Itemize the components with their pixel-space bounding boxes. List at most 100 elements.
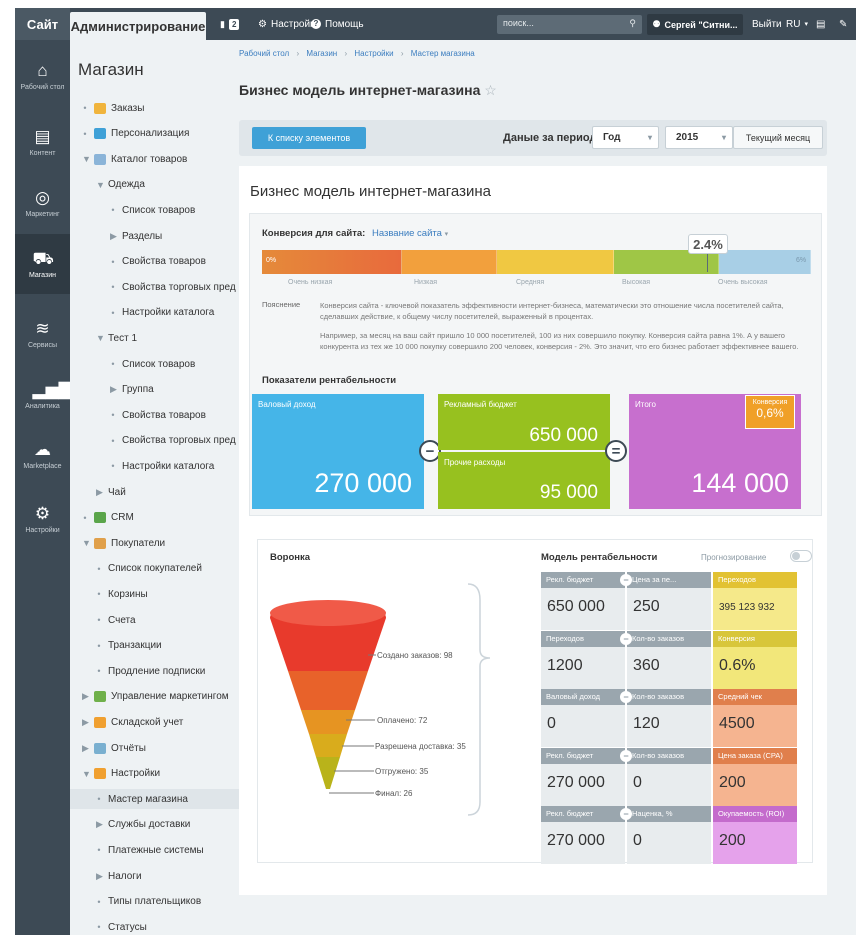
tree-item[interactable]: ▼ Тест 1 <box>70 328 239 348</box>
bullet-icon[interactable]: • <box>96 589 102 599</box>
tree-item[interactable]: • Транзакции <box>70 636 239 656</box>
tree-item[interactable]: • Список покупателей <box>70 559 239 579</box>
help-link[interactable]: ? Помощь <box>311 8 364 40</box>
bullet-icon[interactable]: • <box>110 282 116 292</box>
collapsed-icon[interactable]: ▶ <box>110 384 117 395</box>
tree-item[interactable]: • Свойства товаров <box>70 252 239 272</box>
admin-tab[interactable]: Администрирование <box>70 12 206 40</box>
tree-item[interactable]: ▼ Каталог товаров <box>70 149 239 169</box>
model-cell[interactable]: Наценка, % 0 <box>627 806 711 864</box>
nav-settings[interactable]: ⚙ Настройки <box>15 489 70 549</box>
tree-item[interactable]: • Свойства торговых пред <box>70 277 239 297</box>
tree-item[interactable]: • Настройки каталога <box>70 303 239 323</box>
nav-content[interactable]: ▤ Контент <box>15 112 70 172</box>
site-tab[interactable]: Сайт <box>15 8 70 40</box>
expanded-icon[interactable]: ▼ <box>82 538 91 548</box>
model-cell[interactable]: Переходов 1200 <box>541 630 625 689</box>
nav-shop[interactable]: ⛟ Магазин <box>15 234 70 294</box>
bullet-icon[interactable]: • <box>96 845 102 855</box>
breadcrumb-item[interactable]: Рабочий стол <box>239 49 289 58</box>
expanded-icon[interactable]: ▼ <box>82 154 91 164</box>
tree-item[interactable]: • Платежные системы <box>70 840 239 860</box>
model-cell[interactable]: Цена за пе... 250 <box>627 572 711 630</box>
model-cell[interactable]: Валовый доход 0 <box>541 689 625 747</box>
breadcrumb-item[interactable]: Настройки <box>354 49 393 58</box>
bullet-icon[interactable]: • <box>82 103 88 113</box>
bullet-icon[interactable]: • <box>110 461 116 471</box>
bullet-icon[interactable]: • <box>110 359 116 369</box>
user-menu[interactable]: ⚉ Сергей "Ситни... <box>647 14 743 35</box>
tree-item[interactable]: ▶ Чай <box>70 482 239 502</box>
forecast-toggle[interactable] <box>790 550 812 562</box>
model-cell[interactable]: Кол-во заказов 360 <box>627 630 711 689</box>
window-icon[interactable]: ▤ <box>816 8 825 40</box>
tree-item[interactable]: • Список товаров <box>70 354 239 374</box>
model-cell[interactable]: Кол-во заказов 120 <box>627 689 711 747</box>
model-cell[interactable]: Рекл. бюджет 650 000 <box>541 572 625 630</box>
expanded-icon[interactable]: ▼ <box>82 769 91 779</box>
tree-item[interactable]: • Счета <box>70 610 239 630</box>
tree-item[interactable]: • Мастер магазина <box>70 789 239 810</box>
tree-item[interactable]: • Заказы <box>70 98 239 118</box>
tree-item[interactable]: • Статусы <box>70 917 239 935</box>
tree-item[interactable]: • Список товаров <box>70 200 239 220</box>
period-select[interactable]: Год ▾ <box>592 126 659 149</box>
collapsed-icon[interactable]: ▶ <box>82 717 89 728</box>
breadcrumb-item[interactable]: Мастер магазина <box>411 49 475 58</box>
collapsed-icon[interactable]: ▶ <box>96 487 103 498</box>
collapsed-icon[interactable]: ▶ <box>82 743 89 754</box>
bullet-icon[interactable]: • <box>82 513 88 523</box>
conversion-marker[interactable]: 2.4% <box>688 234 728 254</box>
collapsed-icon[interactable]: ▶ <box>96 871 103 882</box>
tree-item[interactable]: ▶ Налоги <box>70 866 239 886</box>
bullet-icon[interactable]: • <box>110 436 116 446</box>
tree-item[interactable]: ▶ Управление маркетингом <box>70 687 239 707</box>
bullet-icon[interactable]: • <box>110 257 116 267</box>
tree-item[interactable]: • Настройки каталога <box>70 456 239 476</box>
tree-item[interactable]: ▼ Одежда <box>70 175 239 195</box>
logout-link[interactable]: Выйти <box>752 8 782 40</box>
notifications-button[interactable]: ▮ 2 <box>220 8 240 40</box>
bullet-icon[interactable]: • <box>82 129 88 139</box>
collapsed-icon[interactable]: ▶ <box>82 691 89 702</box>
search-icon[interactable]: ⚲ <box>629 18 636 29</box>
bullet-icon[interactable]: • <box>96 564 102 574</box>
tree-item[interactable]: ▶ Отчёты <box>70 738 239 758</box>
model-cell[interactable]: Кол-во заказов 0 <box>627 747 711 806</box>
year-select[interactable]: 2015 ▾ <box>665 126 733 149</box>
collapsed-icon[interactable]: ▶ <box>96 819 103 830</box>
bullet-icon[interactable]: • <box>96 897 102 907</box>
back-to-list-button[interactable]: К списку элементов <box>252 127 366 149</box>
bullet-icon[interactable]: • <box>96 922 102 932</box>
bullet-icon[interactable]: • <box>110 308 116 318</box>
tree-item[interactable]: • Типы плательщиков <box>70 892 239 912</box>
tree-item[interactable]: ▶ Разделы <box>70 226 239 246</box>
search-input[interactable]: поиск... ⚲ <box>497 15 642 34</box>
tree-item[interactable]: ▼ Покупатели <box>70 533 239 553</box>
bullet-icon[interactable]: • <box>96 641 102 651</box>
tree-item[interactable]: • Корзины <box>70 584 239 604</box>
current-month-button[interactable]: Текущий месяц <box>733 126 823 149</box>
star-icon[interactable]: ☆ <box>484 82 497 98</box>
tree-item[interactable]: ▶ Группа <box>70 380 239 400</box>
tree-item[interactable]: ▶ Службы доставки <box>70 815 239 835</box>
tree-item[interactable]: • Свойства товаров <box>70 405 239 425</box>
bullet-icon[interactable]: • <box>110 410 116 420</box>
tree-item[interactable]: • Продление подписки <box>70 661 239 681</box>
expanded-icon[interactable]: ▼ <box>96 333 105 343</box>
collapsed-icon[interactable]: ▶ <box>110 231 117 242</box>
model-cell[interactable]: Рекл. бюджет 270 000 <box>541 806 625 864</box>
site-selector[interactable]: Название сайта ▾ <box>372 228 448 239</box>
bullet-icon[interactable]: • <box>96 615 102 625</box>
model-cell[interactable]: Рекл. бюджет 270 000 <box>541 747 625 806</box>
bullet-icon[interactable]: • <box>96 666 102 676</box>
tree-item[interactable]: ▼ Настройки <box>70 764 239 784</box>
bullet-icon[interactable]: • <box>110 205 116 215</box>
nav-services[interactable]: ≋ Сервисы <box>15 304 70 364</box>
expanded-icon[interactable]: ▼ <box>96 180 105 190</box>
tree-item[interactable]: • Персонализация <box>70 124 239 144</box>
bullet-icon[interactable]: • <box>96 794 102 804</box>
nav-marketplace[interactable]: ☁ Marketplace <box>15 425 70 485</box>
pin-icon[interactable]: ✎ <box>839 8 847 40</box>
language-selector[interactable]: RU ▾ <box>786 8 808 40</box>
